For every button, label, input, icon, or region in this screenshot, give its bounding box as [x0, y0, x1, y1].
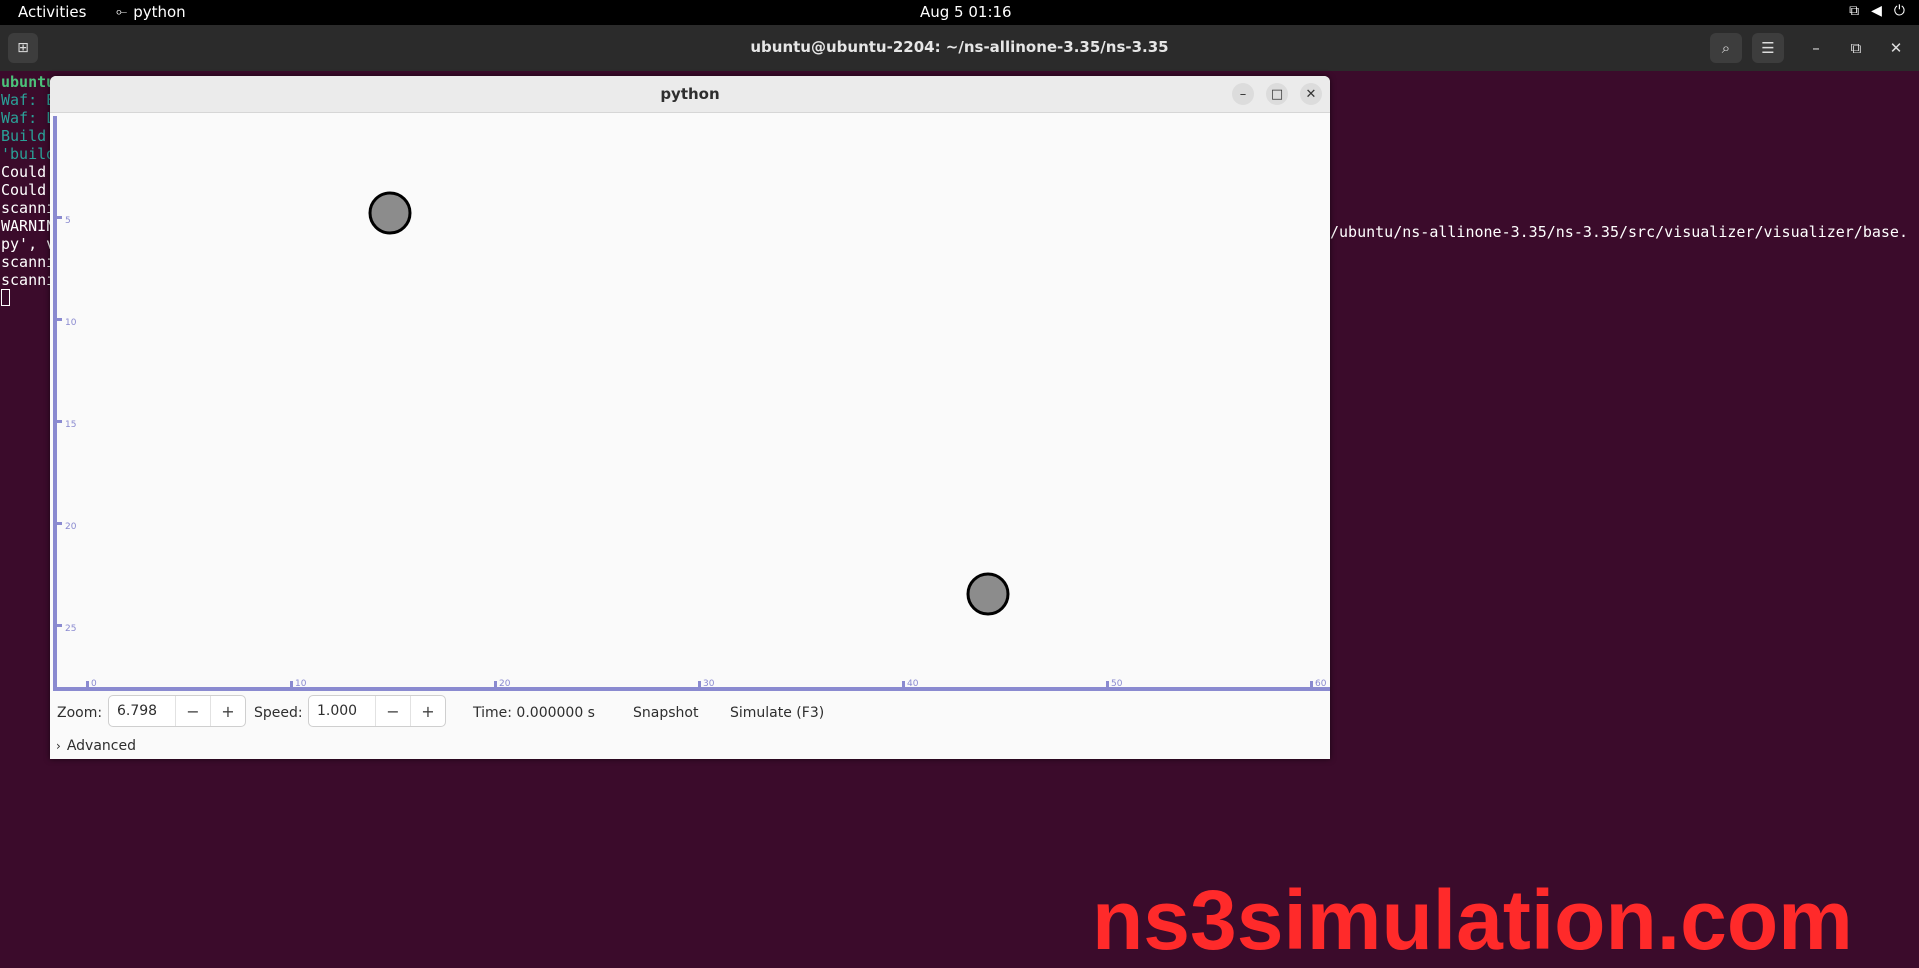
terminal-close-button[interactable]: ✕: [1880, 33, 1912, 63]
visualizer-close-button[interactable]: ✕: [1300, 83, 1322, 105]
chevron-right-icon: ›: [56, 739, 61, 753]
x-tick: [290, 681, 293, 687]
visualizer-maximize-button[interactable]: □: [1266, 83, 1288, 105]
terminal-minimize-button[interactable]: –: [1800, 33, 1832, 63]
terminal-line: scanni: [1, 199, 56, 217]
zoom-input[interactable]: 6.798: [109, 703, 175, 719]
terminal-title: ubuntu@ubuntu-2204: ~/ns-allinone-3.35/n…: [750, 38, 1169, 56]
terminal-line: Build: [1, 127, 47, 145]
terminal-line: Waf: L: [1, 109, 56, 127]
app-menu[interactable]: ⟜ python: [116, 3, 186, 21]
network-icon: ⧉: [1849, 3, 1860, 19]
y-tick-label: 10: [65, 318, 77, 328]
x-tick: [494, 681, 497, 687]
advanced-label: Advanced: [66, 738, 136, 754]
terminal-line: scanni: [1, 253, 56, 271]
y-tick: [56, 624, 62, 627]
speed-spinbutton[interactable]: 1.000 − +: [308, 695, 446, 727]
speed-increase-button[interactable]: +: [410, 696, 445, 726]
time-readout: Time: 0.000000 s: [473, 705, 595, 721]
terminal-line: Could: [1, 163, 47, 181]
zoom-spinbutton[interactable]: 6.798 − +: [108, 695, 246, 727]
y-tick: [56, 522, 62, 525]
advanced-expander[interactable]: › Advanced: [56, 738, 136, 754]
hamburger-menu-icon: ☰: [1761, 39, 1775, 57]
visualizer-titlebar[interactable]: python – □ ✕: [50, 76, 1330, 113]
close-icon: ✕: [1889, 39, 1903, 57]
app-menu-label: python: [133, 3, 186, 21]
terminal-path-text: /ubuntu/ns-allinone-3.35/ns-3.35/src/vis…: [1330, 223, 1908, 241]
close-icon: ✕: [1305, 86, 1317, 102]
y-tick: [56, 318, 62, 321]
zoom-label: Zoom:: [57, 705, 103, 721]
zoom-decrease-button[interactable]: −: [175, 696, 210, 726]
activities-button[interactable]: Activities: [18, 3, 86, 21]
x-tick: [1106, 681, 1109, 687]
y-tick-label: 20: [65, 522, 77, 532]
visualizer-minimize-button[interactable]: –: [1232, 83, 1254, 105]
watermark-text: ns3simulation.com: [1092, 873, 1853, 967]
terminal-cursor: [1, 289, 10, 306]
minimize-icon: –: [1812, 39, 1820, 57]
snapshot-button[interactable]: Snapshot: [633, 705, 698, 721]
terminal-line: Could: [1, 181, 47, 199]
x-tick: [86, 681, 89, 687]
maximize-icon: □: [1270, 86, 1284, 102]
terminal-line: WARNIN: [1, 217, 56, 235]
speed-label: Speed:: [254, 705, 303, 721]
simulation-canvas[interactable]: 5101520250 10 20 30 40 50 60: [50, 116, 1330, 759]
node-layer: [368, 191, 1010, 616]
x-tick: [1310, 681, 1313, 687]
terminal-line: Waf: E: [1, 91, 56, 109]
terminal-line: py', v: [1, 235, 56, 253]
gnome-top-bar: Activities ⟜ python Aug 5 01:16 ⧉ ◀ ⏻: [0, 0, 1919, 25]
simulate-button[interactable]: Simulate (F3): [730, 705, 824, 721]
speed-decrease-button[interactable]: −: [375, 696, 410, 726]
terminal-headerbar: ⊞ ubuntu@ubuntu-2204: ~/ns-allinone-3.35…: [0, 25, 1919, 71]
terminal-line: ubuntu: [1, 73, 56, 91]
clock[interactable]: Aug 5 01:16: [920, 3, 1012, 21]
terminal-line: 'build: [1, 145, 56, 163]
canvas-axes: 5101520250 10 20 30 40 50 60: [53, 116, 1330, 691]
y-tick-label: 25: [65, 624, 76, 634]
visualizer-controls: Zoom: 6.798 − + Speed: 1.000 − + Time: 0…: [50, 688, 1330, 758]
python-visualizer-window: python – □ ✕ 5 10 15 20 25 0 10 20 30 40 50 60 Zoom…: [50, 76, 1330, 759]
y-tick-label: 5: [65, 216, 71, 226]
terminal-search-button[interactable]: ⌕: [1710, 33, 1742, 63]
x-tick: [698, 681, 701, 687]
zoom-increase-button[interactable]: +: [210, 696, 245, 726]
terminal-line: scanni: [1, 271, 56, 289]
minimize-icon: –: [1239, 86, 1247, 102]
y-axis-line: [53, 116, 57, 687]
y-tick: [56, 420, 62, 423]
speed-input[interactable]: 1.000: [309, 703, 375, 719]
terminal-menu-button[interactable]: ☰: [1752, 33, 1784, 63]
network-node-0[interactable]: [368, 191, 412, 235]
power-icon: ⏻: [1893, 3, 1905, 19]
terminal-maximize-button[interactable]: ⧉: [1840, 33, 1872, 63]
restore-icon: ⧉: [1850, 39, 1862, 57]
network-node-1[interactable]: [966, 572, 1010, 616]
y-tick-label: 15: [65, 420, 76, 430]
x-tick: [902, 681, 905, 687]
system-tray[interactable]: ⧉ ◀ ⏻: [1849, 3, 1905, 19]
search-icon: ⌕: [1721, 39, 1731, 57]
volume-icon: ◀: [1871, 3, 1882, 19]
python-app-icon: ⟜: [116, 4, 128, 20]
visualizer-title: python: [660, 85, 720, 103]
y-tick: [56, 216, 62, 219]
